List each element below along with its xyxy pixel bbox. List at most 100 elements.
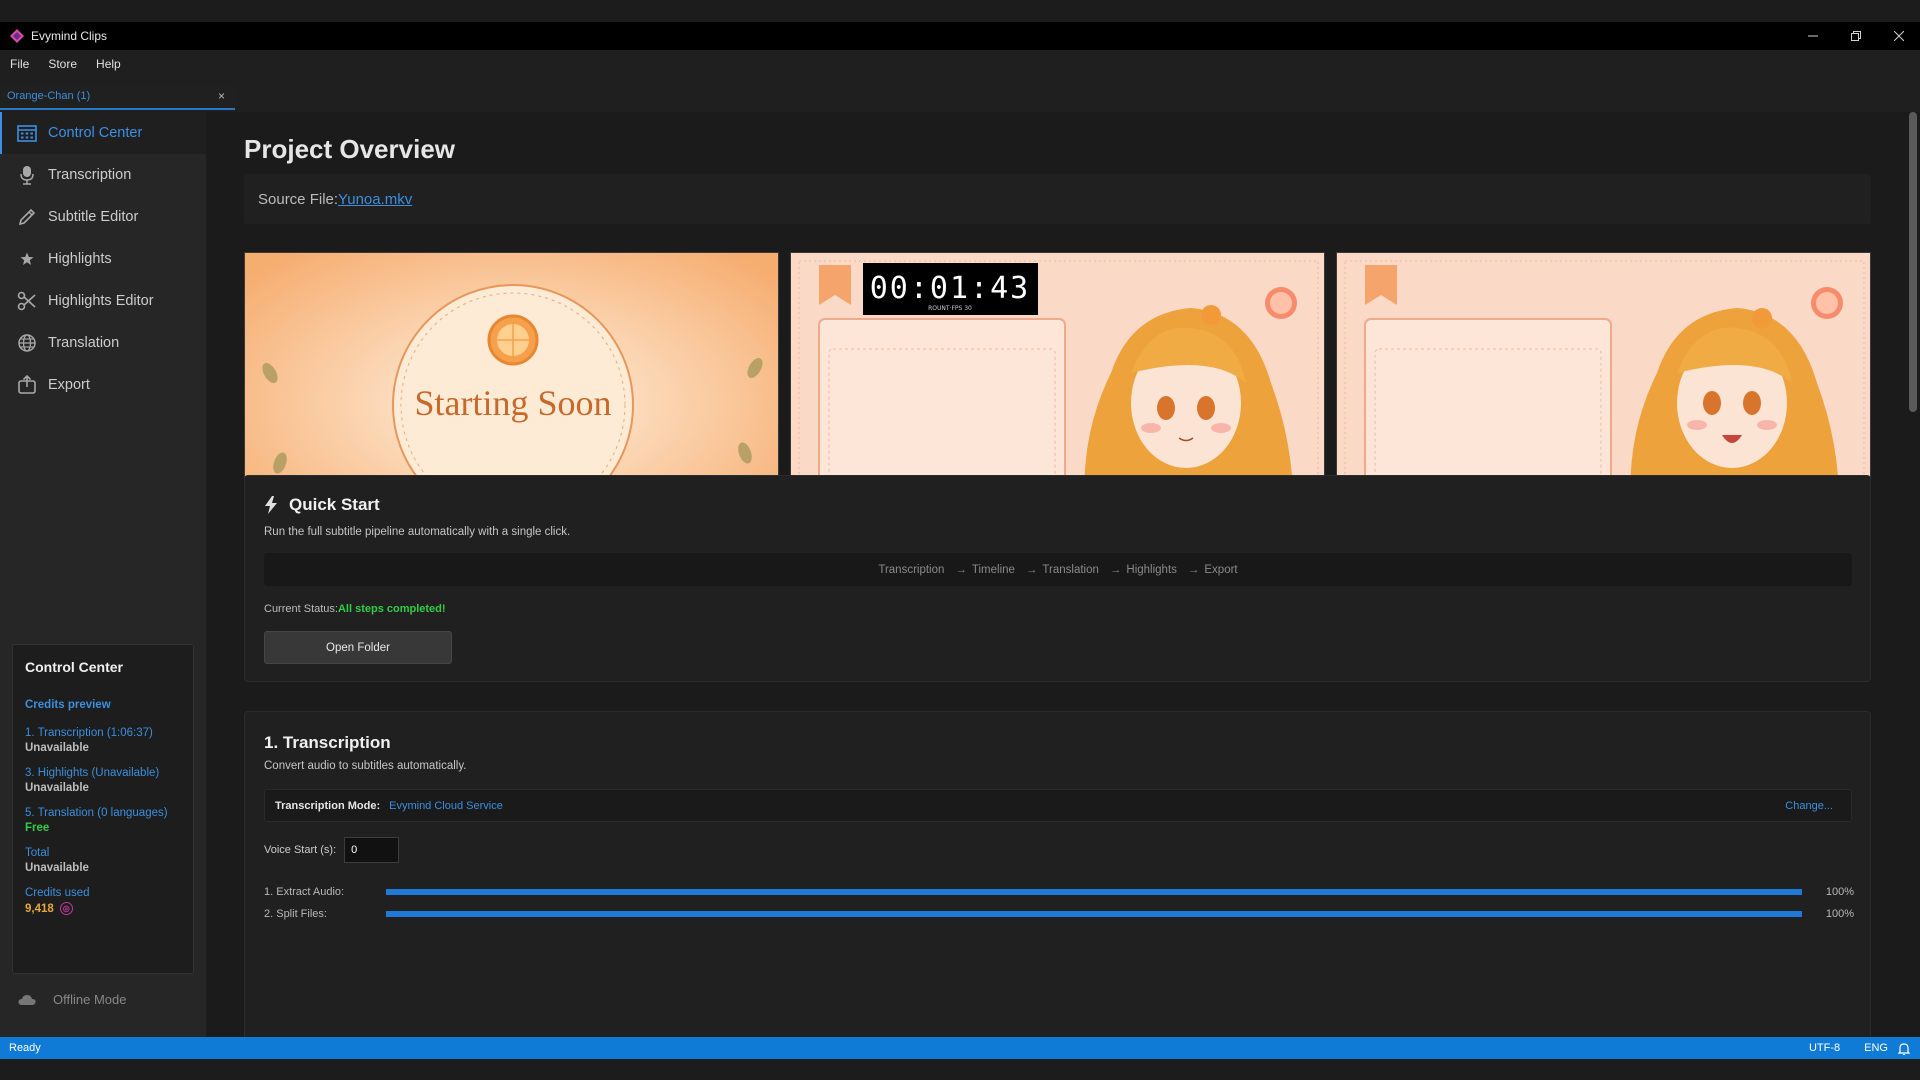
change-mode-link[interactable]: Change... xyxy=(1785,800,1833,812)
sidebar-item-export[interactable]: Export xyxy=(0,364,206,406)
quick-start-title: Quick Start xyxy=(289,495,380,514)
starting-soon-text: Starting Soon xyxy=(414,383,611,423)
transcription-subtitle: Convert audio to subtitles automatically… xyxy=(264,760,467,772)
current-status: Current Status:All steps completed! xyxy=(264,603,446,615)
calendar-icon xyxy=(17,123,37,143)
sidebar-item-label: Control Center xyxy=(48,125,143,141)
sidebar-item-label: Export xyxy=(48,377,90,393)
menu-store[interactable]: Store xyxy=(48,57,77,71)
sidebar-item-label: Highlights xyxy=(48,251,112,267)
sidebar-item-label: Transcription xyxy=(48,167,132,183)
source-file-box: Source File: Yunoa.mkv xyxy=(244,174,1871,224)
transcription-mode-value: Evymind Cloud Service xyxy=(389,799,503,812)
progress-track xyxy=(386,911,1802,917)
progress-row-extract-audio: 1. Extract Audio: 100% xyxy=(264,885,1854,899)
sidebar-item-highlights-editor[interactable]: Highlights Editor xyxy=(0,280,206,322)
control-center-title: Control Center xyxy=(25,659,123,675)
main-content: Project Overview Source File: Yunoa.mkv S… xyxy=(244,112,1872,1037)
pipeline-step: Translation xyxy=(1042,563,1099,576)
globe-icon xyxy=(17,333,37,353)
status-label: Current Status: xyxy=(264,603,338,615)
sidebar-item-transcription[interactable]: Transcription xyxy=(0,154,206,196)
document-tab[interactable]: Orange-Chan (1) × xyxy=(0,84,235,110)
quick-start-subtitle: Run the full subtitle pipeline automatic… xyxy=(264,526,571,538)
cloud-icon xyxy=(18,994,36,1005)
control-center-panel: Control Center Credits preview 1. Transc… xyxy=(12,644,194,974)
title-bar: Evymind Clips xyxy=(0,22,1920,50)
star-icon xyxy=(17,249,37,269)
microphone-icon xyxy=(17,165,37,185)
credits-row-value: Unavailable xyxy=(25,862,89,874)
top-strip xyxy=(0,0,1920,22)
credits-used-value: 9,418 xyxy=(25,902,54,915)
credits-row-value: Unavailable xyxy=(25,782,89,794)
quick-start-card: Quick Start Run the full subtitle pipeli… xyxy=(244,475,1871,682)
credits-used-row: 9,418 ◎ xyxy=(25,902,181,915)
status-language[interactable]: ENG xyxy=(1864,1042,1888,1054)
progress-percent: 100% xyxy=(1825,908,1854,920)
voice-start-row: Voice Start (s): 0 xyxy=(264,837,400,863)
offline-mode-toggle[interactable]: Offline Mode xyxy=(18,992,126,1007)
voice-start-label: Voice Start (s): xyxy=(264,844,337,856)
pipeline-arrow: → xyxy=(955,563,967,576)
app-title: Evymind Clips xyxy=(31,29,108,43)
page-title: Project Overview xyxy=(244,134,455,164)
pipeline-step: Timeline xyxy=(971,563,1015,576)
export-icon xyxy=(17,375,37,395)
menu-bar: File Store Help xyxy=(0,50,1920,78)
progress-label: 1. Extract Audio: xyxy=(264,886,345,898)
source-file-label: Source File: xyxy=(258,190,339,208)
credits-used-label: Credits used xyxy=(25,887,90,899)
status-encoding[interactable]: UTF-8 xyxy=(1809,1042,1840,1054)
progress-fill xyxy=(386,889,1802,895)
coin-icon: ◎ xyxy=(59,902,73,915)
menu-help[interactable]: Help xyxy=(96,57,121,71)
credits-preview-heading: Credits preview xyxy=(25,699,111,711)
sidebar-item-translation[interactable]: Translation xyxy=(0,322,206,364)
sidebar-item-label: Translation xyxy=(48,335,120,351)
offline-mode-label: Offline Mode xyxy=(53,992,127,1007)
credits-row-value: Free xyxy=(25,822,50,834)
sidebar-item-label: Subtitle Editor xyxy=(48,209,139,225)
window-controls xyxy=(1791,22,1920,50)
timer-text: 00:01:43 xyxy=(870,271,1031,306)
pipeline-step: Export xyxy=(1204,563,1238,576)
minimize-icon[interactable] xyxy=(1791,22,1834,50)
credits-row-label: 5. Translation (0 languages) xyxy=(25,807,168,819)
sidebar-item-control-center[interactable]: Control Center xyxy=(0,112,206,154)
close-icon[interactable] xyxy=(1877,22,1920,50)
credits-row-label: 1. Transcription (1:06:37) xyxy=(25,727,153,739)
voice-start-input[interactable]: 0 xyxy=(344,837,400,863)
sidebar-item-subtitle-editor[interactable]: Subtitle Editor xyxy=(0,196,206,238)
quick-start-title-row: Quick Start xyxy=(264,495,380,515)
menu-file[interactable]: File xyxy=(10,57,29,71)
progress-percent: 100% xyxy=(1825,886,1854,898)
progress-row-split-files: 2. Split Files: 100% xyxy=(264,907,1854,921)
restore-icon[interactable] xyxy=(1834,22,1877,50)
credits-row-label: Total xyxy=(25,847,50,859)
source-file-link[interactable]: Yunoa.mkv xyxy=(338,191,412,208)
pipeline-steps: Transcription → Timeline → Translation →… xyxy=(264,553,1852,586)
scissors-icon xyxy=(17,291,37,311)
transcription-card: 1. Transcription Convert audio to subtit… xyxy=(244,711,1871,1037)
pencil-icon xyxy=(17,207,37,227)
sidebar-item-label: Highlights Editor xyxy=(48,293,154,309)
transcription-mode-row: Transcription Mode: Evymind Cloud Servic… xyxy=(264,789,1852,822)
app-logo-icon xyxy=(10,29,24,43)
credits-row-value: Unavailable xyxy=(25,742,89,754)
sidebar-item-highlights[interactable]: Highlights xyxy=(0,238,206,280)
document-tab-label: Orange-Chan (1) xyxy=(7,90,91,102)
scrollbar-thumb[interactable] xyxy=(1909,112,1917,412)
credits-row-label: 3. Highlights (Unavailable) xyxy=(25,767,160,779)
transcription-mode-label: Transcription Mode: xyxy=(275,799,381,812)
pipeline-arrow: → xyxy=(1187,563,1200,576)
progress-label: 2. Split Files: xyxy=(264,908,327,920)
status-ready: Ready xyxy=(9,1042,41,1054)
tab-close-icon[interactable]: × xyxy=(218,89,225,103)
bell-icon[interactable] xyxy=(1898,1042,1910,1055)
progress-fill xyxy=(386,911,1802,917)
open-folder-button[interactable]: Open Folder xyxy=(264,631,452,664)
transcription-title: 1. Transcription xyxy=(264,733,391,752)
pipeline-step: Highlights xyxy=(1126,563,1177,576)
status-right: UTF-8 ENG xyxy=(1785,1042,1910,1055)
